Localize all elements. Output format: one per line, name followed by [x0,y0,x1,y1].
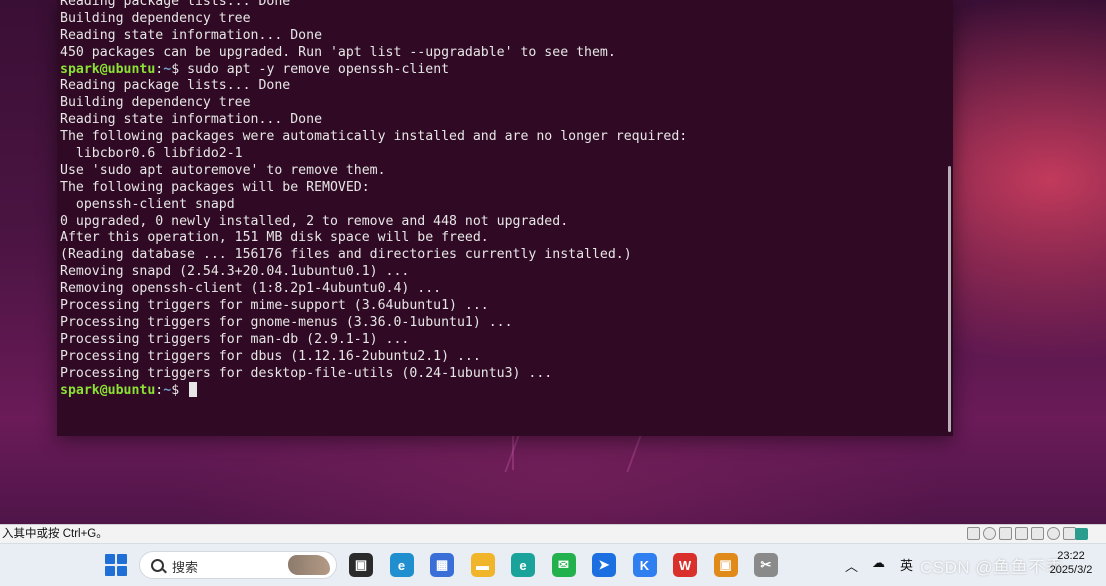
terminal-output-line: Processing triggers for dbus (1.12.16-2u… [60,348,481,364]
prompt-path: ~ [163,61,172,77]
terminal-output-line: Processing triggers for man-db (2.9.1-1)… [60,331,410,347]
snipping-tool-icon[interactable]: ✂ [754,553,778,577]
taskbar-search-input[interactable]: 搜索 [139,551,337,579]
message-icon[interactable] [1075,528,1088,540]
terminal-output-line: openssh-client snapd [60,196,235,212]
lark-icon[interactable]: K [632,553,657,577]
vm-status-bar: 入其中或按 Ctrl+G。 [0,524,1106,544]
terminal-output-line: Processing triggers for mime-support (3.… [60,298,489,314]
ime-language-indicator[interactable]: 英 [900,555,913,574]
search-icon [151,559,164,572]
terminal-output-line: Use 'sudo apt autoremove' to remove them… [60,162,386,178]
wps-icon[interactable]: W [673,553,697,577]
edge-icon[interactable]: e [389,553,414,577]
status-hint-text: 入其中或按 Ctrl+G。 [2,528,108,540]
wallpaper-shape [504,430,644,472]
terminal-prompt-line: spark@ubuntu:~$ sudo apt -y remove opens… [60,62,939,79]
edge-ai-icon[interactable]: e [511,553,535,577]
network-adapter-icon[interactable] [999,527,1012,540]
hard-disk-icon[interactable] [967,527,980,540]
clock-date: 2025/3/2 [1049,564,1093,576]
tray-overflow-chevron-icon[interactable]: ︿ [845,556,858,575]
usb-icon[interactable] [1015,527,1028,540]
taskbar-clock[interactable]: 23:22 2025/3/2 [1046,549,1096,577]
terminal-prompt-line: spark@ubuntu:~$ [60,382,939,399]
task-view-icon[interactable]: ▣ [349,553,373,577]
terminal-output-line: Removing snapd (2.54.3+20.04.1ubuntu0.1)… [60,264,410,280]
terminal-output-line: libcbor0.6 libfido2-1 [60,146,243,162]
prompt-symbol: $ [171,383,188,399]
terminal-window[interactable]: Reading package lists... Done Building de… [57,0,953,436]
terminal-output-line: 450 packages can be upgraded. Run 'apt l… [60,44,616,60]
start-menu-icon[interactable] [105,554,127,576]
prompt-user: spark@ubuntu [60,61,156,77]
terminal-output-line: Reading state information... Done [60,112,323,128]
terminal-output[interactable]: Reading package lists... Done Building de… [60,0,939,399]
terminal-output-line: After this operation, 151 MB disk space … [60,230,489,246]
vm-device-icons [967,527,1076,540]
terminal-scrollbar[interactable] [947,0,953,436]
terminal-output-line: (Reading database ... 156176 files and d… [60,247,632,263]
desktop-wallpaper: Reading package lists... Done Building de… [0,0,1106,524]
terminal-output-line: Reading state information... Done [60,27,323,43]
terminal-output-line: Processing triggers for desktop-file-uti… [60,365,553,381]
command-text: sudo apt -y remove openssh-client [187,61,450,77]
cd-drive-icon[interactable] [983,527,996,540]
clock-time: 23:22 [1057,550,1085,562]
terminal-output-line: Building dependency tree [60,95,251,111]
prompt-user: spark@ubuntu [60,383,156,399]
search-placeholder: 搜索 [172,560,199,575]
terminal-output-line: Removing openssh-client (1:8.2p1-4ubuntu… [60,281,442,297]
taskbar: 搜索 ▣ e ▦ ▬ e ✉ ➤ K W ▣ ✂ ︿ ☁ 英 CSDN @鱼鱼不乖 23:22 20… [0,543,1106,586]
terminal-output-line: Reading package lists... Done [60,78,291,94]
store-icon[interactable]: ▦ [430,553,454,577]
terminal-scrollbar-thumb[interactable] [948,166,951,432]
file-explorer-icon[interactable]: ▬ [470,553,495,577]
terminal-output-line: Reading package lists... Done [60,0,291,9]
terminal-output-line: Processing triggers for gnome-menus (3.3… [60,314,513,330]
prompt-symbol: $ [171,61,188,77]
wallpaper-shape-edge [512,430,514,470]
onedrive-cloud-icon[interactable]: ☁ [872,555,885,571]
vmware-icon[interactable]: ▣ [713,553,738,577]
feishu-icon[interactable]: ➤ [592,553,616,577]
sound-icon[interactable] [1047,527,1060,540]
prompt-path: ~ [163,383,172,399]
terminal-output-line: 0 upgraded, 0 newly installed, 2 to remo… [60,213,569,229]
wechat-icon[interactable]: ✉ [551,553,576,577]
search-highlight-image [288,555,330,575]
printer-icon[interactable] [1031,527,1044,540]
terminal-output-line: The following packages were automaticall… [60,129,688,145]
terminal-cursor [189,382,198,398]
terminal-output-line: The following packages will be REMOVED: [60,179,370,195]
watermark-text: CSDN @鱼鱼不乖 [920,558,1064,577]
terminal-output-line: Building dependency tree [60,10,251,26]
